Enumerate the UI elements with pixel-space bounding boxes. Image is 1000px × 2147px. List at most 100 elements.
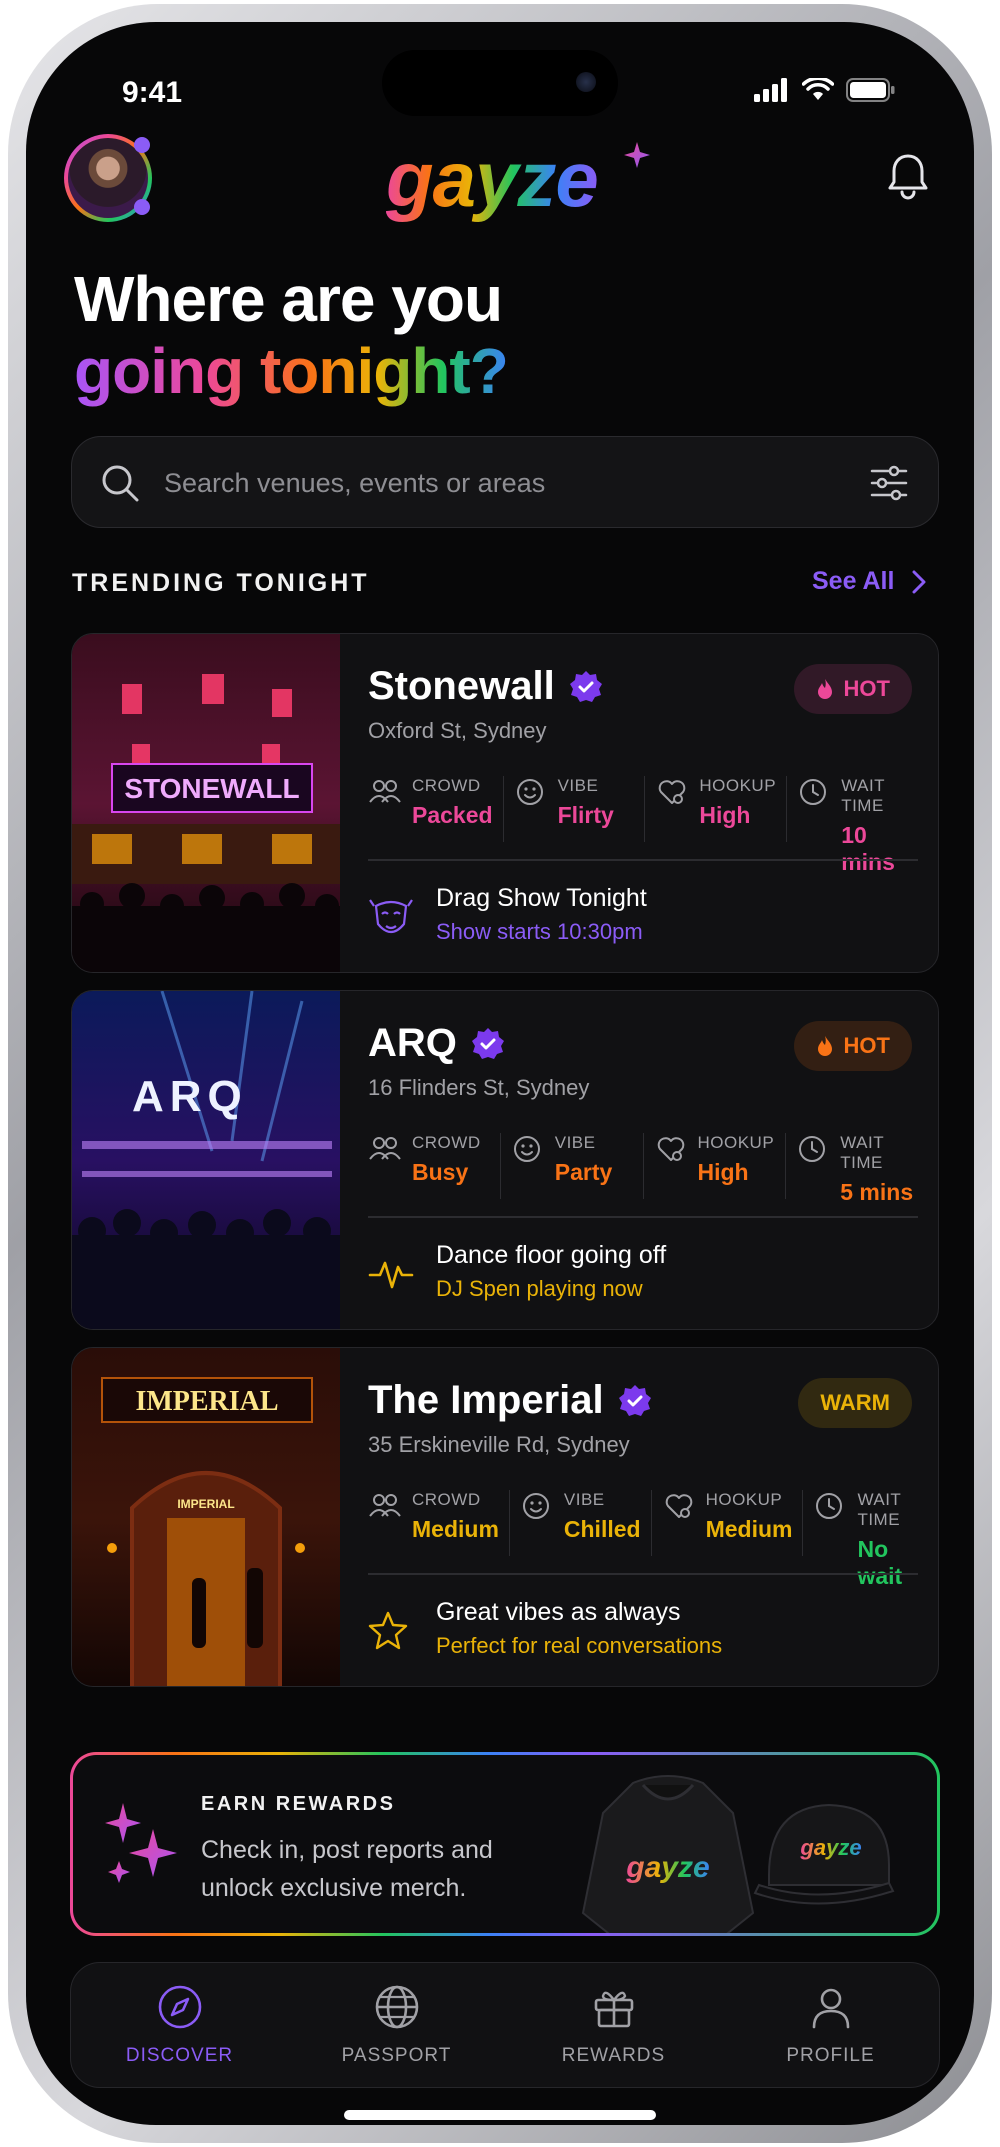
cellular-signal-icon: [754, 78, 787, 102]
heat-badge-label: WARM: [820, 1390, 890, 1415]
venue-note-title: Dance floor going off: [436, 1241, 667, 1269]
stat-value: High: [697, 1159, 749, 1185]
venue-card[interactable]: ARQ ARQ 16 Flinders St, Sydney HOT CROWD…: [71, 990, 939, 1330]
stat-hookup: HOOKUP High: [642, 1133, 776, 1199]
stat-label: VIBE: [554, 1133, 596, 1152]
venue-photo: ARQ: [72, 991, 340, 1329]
avatar-status-dot: [134, 137, 150, 153]
filter-sliders-icon[interactable]: [870, 465, 908, 501]
tab-profile[interactable]: PROFILE: [722, 1963, 939, 2087]
clock-icon: [799, 778, 827, 811]
stat-value: Medium: [412, 1516, 499, 1542]
rewards-banner[interactable]: EARN REWARDS Check in, post reports and …: [70, 1752, 940, 1936]
gift-icon: [591, 1984, 637, 2035]
stat-value: 5 mins: [840, 1179, 914, 1205]
globe-icon: [374, 1984, 420, 2035]
smiley-icon: [513, 1135, 541, 1168]
venue-name: Stonewall: [368, 664, 555, 708]
stat-hookup: HOOKUP Medium: [650, 1490, 793, 1556]
rewards-title: EARN REWARDS: [201, 1793, 396, 1815]
venue-sign-text: IMPERIAL: [135, 1386, 278, 1417]
rewards-description: Check in, post reports and unlock exclus…: [201, 1836, 493, 1902]
user-icon: [808, 1984, 854, 2035]
venue-note-subtitle: DJ Spen playing now: [436, 1276, 643, 1301]
venue-note-subtitle: Show starts 10:30pm: [436, 919, 643, 944]
stat-label: WAIT TIME: [857, 1490, 902, 1529]
venue-note-title: Drag Show Tonight: [436, 884, 647, 912]
stat-label: HOOKUP: [705, 1490, 783, 1509]
rewards-banner-inner: EARN REWARDS Check in, post reports and …: [73, 1755, 937, 1933]
verified-badge-icon: [618, 1384, 651, 1416]
stat-label: WAIT TIME: [840, 1133, 884, 1172]
stat-vibe: VIBE Party: [499, 1133, 633, 1199]
stat-label: WAIT TIME: [841, 776, 885, 815]
bottom-tab-bar: DISCOVER PASSPORT REWARDS PROFILE: [70, 1962, 940, 2088]
heat-badge: HOT: [793, 1021, 912, 1071]
search-input[interactable]: Search venues, events or areas: [71, 436, 939, 528]
heart-icon: [657, 778, 687, 811]
status-time: 9:41: [122, 76, 183, 109]
venue-name: The Imperial: [368, 1378, 604, 1422]
sparkle-icon: [624, 142, 650, 168]
venue-stats: CROWD Medium VIBE Chilled HOOKUP Medium WAI…: [368, 1490, 918, 1589]
venue-card[interactable]: STONEWALL Stonewall Oxford St, Sydney HO…: [71, 633, 939, 973]
stat-label: CROWD: [412, 1133, 481, 1152]
crowd-icon: [368, 778, 402, 809]
venue-name: ARQ: [368, 1021, 457, 1065]
stat-wait: WAIT TIME No wait: [802, 1490, 918, 1589]
venue-note-subtitle: Perfect for real conversations: [436, 1633, 723, 1658]
venue-address: 35 Erskineville Rd, Sydney: [368, 1432, 630, 1457]
stat-wait: WAIT TIME 10 mins: [786, 776, 918, 875]
venue-sign-text: IMPERIAL: [177, 1497, 234, 1511]
heat-badge: WARM: [798, 1378, 912, 1428]
tab-rewards[interactable]: REWARDS: [505, 1963, 722, 2087]
stat-value: Packed: [412, 802, 493, 828]
tab-passport[interactable]: PASSPORT: [288, 1963, 505, 2087]
merch-logo: gayze: [799, 1835, 861, 1860]
stat-value: Medium: [705, 1516, 793, 1542]
stat-label: CROWD: [412, 1490, 481, 1509]
trending-title: TRENDING TONIGHT: [72, 569, 370, 597]
stat-label: HOOKUP: [699, 776, 777, 795]
venue-address: 16 Flinders St, Sydney: [368, 1075, 590, 1100]
venue-photo: STONEWALL: [72, 634, 340, 972]
crowd-icon: [368, 1492, 402, 1523]
merch-cap-image: gayze: [753, 1803, 895, 1905]
stat-wait: WAIT TIME 5 mins: [785, 1133, 918, 1205]
stat-value: Busy: [412, 1159, 469, 1185]
venue-sign-text: ARQ: [132, 1072, 248, 1121]
venue-stats: CROWD Busy VIBE Party HOOKUP High WAIT TIME…: [368, 1133, 918, 1205]
stat-label: CROWD: [412, 776, 481, 795]
stat-label: HOOKUP: [697, 1133, 775, 1152]
heart-icon: [656, 1135, 686, 1168]
dynamic-island: [382, 50, 618, 116]
stat-value: Chilled: [563, 1516, 641, 1542]
notification-bell-icon[interactable]: [886, 152, 930, 200]
verified-badge-icon: [569, 670, 602, 702]
stat-label: VIBE: [557, 776, 599, 795]
stat-label: VIBE: [563, 1490, 605, 1509]
crowd-icon: [368, 1135, 402, 1166]
stat-value: High: [699, 802, 751, 828]
merch-hoodie-image: gayze: [581, 1775, 755, 1933]
stat-crowd: CROWD Packed: [368, 776, 493, 842]
tab-label: REWARDS: [561, 2044, 666, 2066]
app-logo: gayze: [386, 135, 599, 223]
home-indicator[interactable]: [344, 2110, 656, 2120]
heat-badge-label: HOT: [843, 1033, 890, 1058]
venue-note-title: Great vibes as always: [436, 1598, 681, 1626]
divider: [368, 859, 918, 861]
stat-crowd: CROWD Medium: [368, 1490, 499, 1556]
stat-value: Flirty: [557, 802, 614, 828]
compass-icon: [157, 1984, 203, 2035]
venue-card[interactable]: IMPERIAL IMPERIAL The Imperial 35 Erskin…: [71, 1347, 939, 1687]
venue-sign-text: STONEWALL: [124, 773, 299, 804]
search-placeholder: Search venues, events or areas: [164, 468, 546, 498]
tab-discover[interactable]: DISCOVER: [71, 1963, 288, 2087]
drag-mask-icon: [368, 896, 414, 947]
tab-label: PROFILE: [786, 2044, 875, 2066]
verified-badge-icon: [471, 1027, 504, 1059]
venue-name-row: ARQ: [368, 1021, 505, 1066]
camera-icon: [576, 72, 596, 92]
see-all-link[interactable]: See All: [812, 567, 926, 596]
